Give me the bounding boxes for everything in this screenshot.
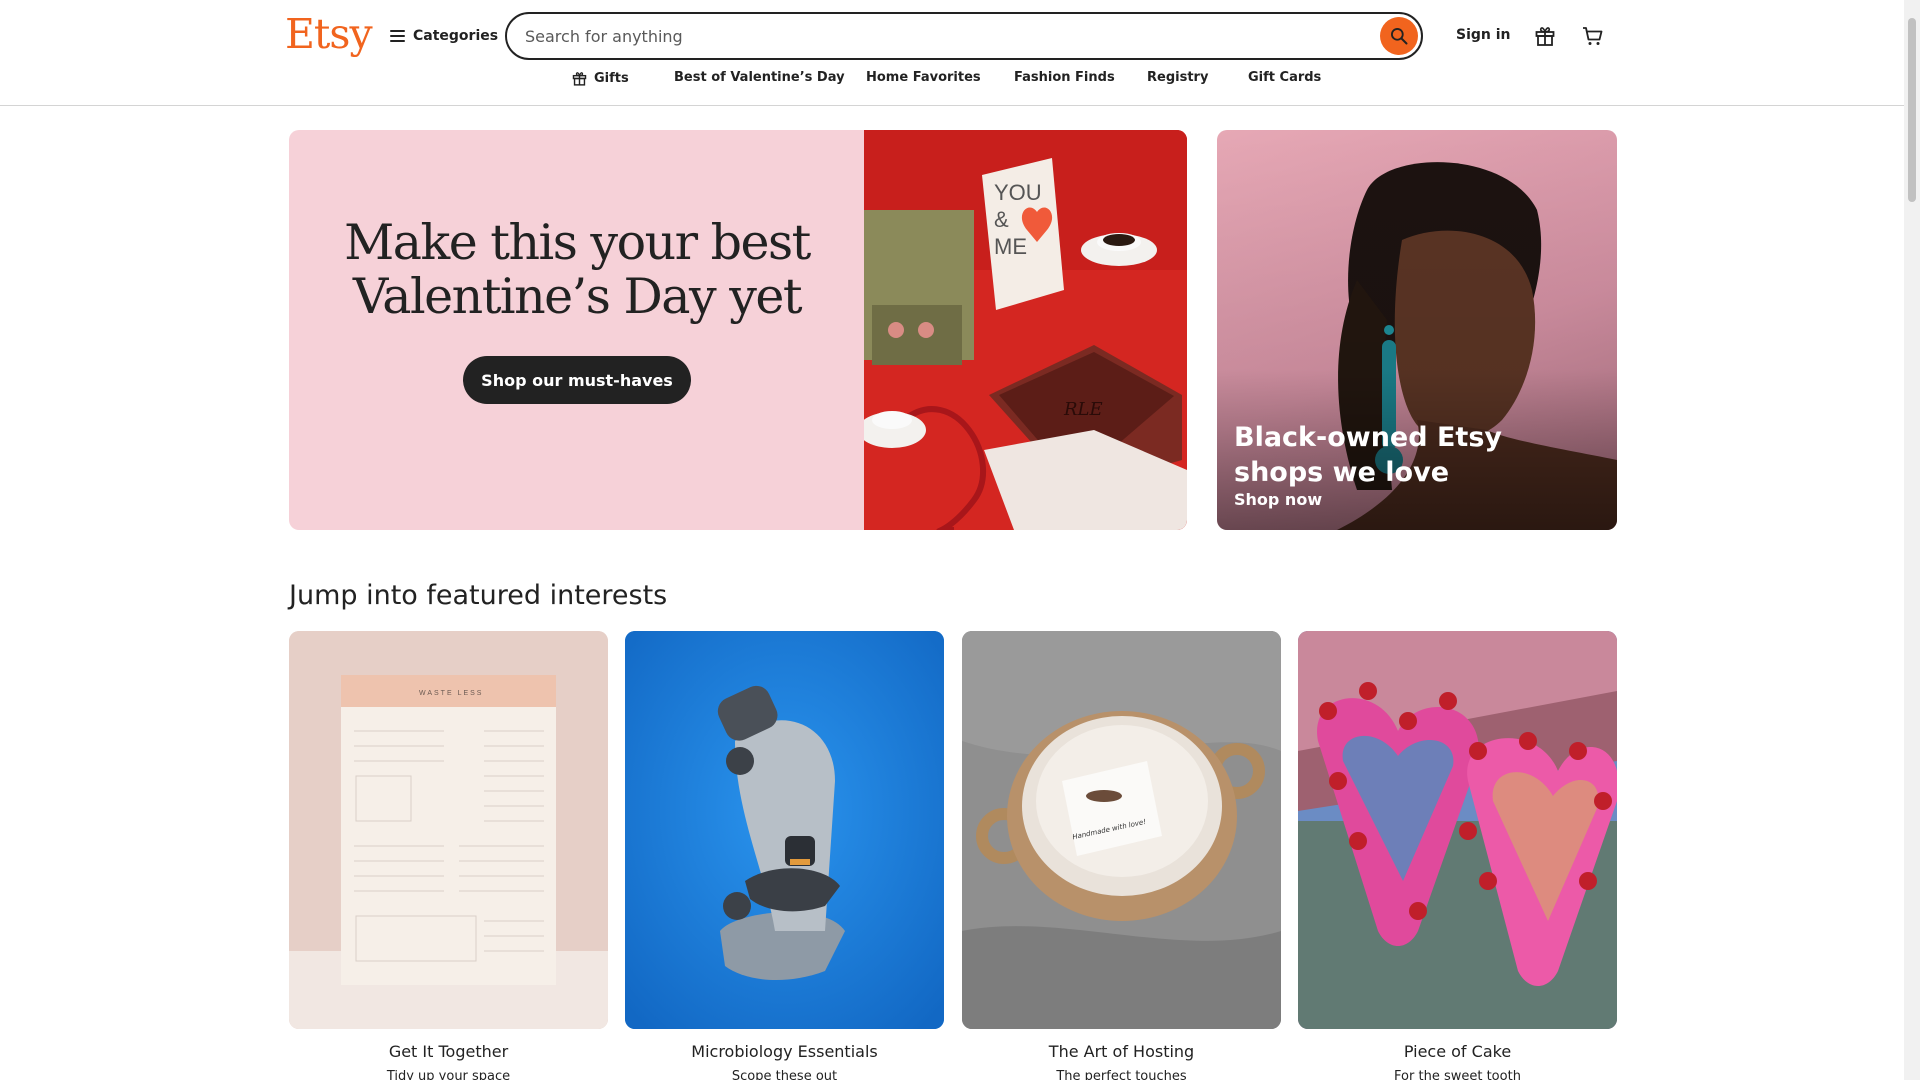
planner-title-text: WASTE LESS [419,690,483,697]
shop-now-link[interactable]: Shop now [1234,490,1322,509]
crochet-microscope-image [625,631,944,1029]
search-icon [1391,28,1408,45]
planner-image: WASTE LESS [289,631,608,1029]
card-title: The Art of Hosting [1048,1042,1195,1061]
cart-icon [1583,27,1603,45]
card-title: Piece of Cake [1403,1042,1512,1061]
card-text-you: YOU [994,180,1042,205]
menu-icon [390,30,405,42]
categories-label: Categories [413,28,499,44]
card-subtitle: For the sweet tooth [1394,1069,1521,1080]
nav-gift-cards[interactable]: Gift Cards [1248,70,1321,85]
search-bar [505,12,1423,60]
card-text-me: ME [994,234,1027,259]
interest-card-get-it-together[interactable]: WASTE LESS Get It Together Tidy up your … [289,631,608,1080]
gift-icon [572,72,587,86]
card-subtitle: Tidy up your space [386,1069,511,1080]
categories-button[interactable]: Categories [390,26,498,46]
sign-in-link[interactable]: Sign in [1456,27,1511,43]
hero-title: Make this your best Valentine’s Day yet [344,214,811,325]
card-text-and: & [994,207,1009,232]
nav-home-favorites[interactable]: Home Favorites [866,70,981,85]
page-scrollbar[interactable] [1904,0,1920,1080]
interest-card-microbiology[interactable]: Microbiology Essentials Scope these out [625,631,944,1080]
etsy-logo[interactable]: Etsy [285,10,373,58]
promo-title: Black-owned Etsy shops we love [1234,422,1502,488]
card-title: Microbiology Essentials [691,1042,878,1061]
scrollbar-thumb[interactable] [1908,18,1916,202]
nav-registry[interactable]: Registry [1147,70,1208,85]
site-header: Etsy Categories Sign in [0,0,1904,106]
tray-engraving: RLE [1063,399,1103,420]
gift-button[interactable] [1529,20,1561,52]
featured-interests-heading: Jump into featured interests [289,580,668,611]
heart-cakes-image [1298,631,1617,1029]
nav-fashion-finds[interactable]: Fashion Finds [1014,70,1115,85]
valentines-hero-banner[interactable]: Make this your best Valentine’s Day yet … [289,130,1187,530]
nav-gifts[interactable]: Gifts [571,70,629,87]
black-owned-shops-promo[interactable]: Black-owned Etsy shops we love Shop now [1217,130,1617,530]
valentines-gifts-image: YOU & ME RLE [864,130,1187,530]
search-input[interactable] [525,26,1345,46]
interest-card-art-of-hosting[interactable]: Handmade with love! The Art of Hosting T… [962,631,1281,1080]
ceramic-bowl-image: Handmade with love! [962,631,1281,1029]
card-subtitle: The perfect touches [1056,1069,1187,1080]
nav-gifts-label: Gifts [594,71,629,86]
category-nav: Gifts Best of Valentine’s Day Home Favor… [0,70,1904,94]
search-button[interactable] [1380,17,1418,55]
cart-button[interactable] [1577,20,1609,52]
card-title: Get It Together [388,1042,509,1061]
nav-valentines[interactable]: Best of Valentine’s Day [674,70,845,85]
shop-must-haves-button[interactable]: Shop our must-haves [463,356,691,404]
interest-card-piece-of-cake[interactable]: Piece of Cake For the sweet tooth [1298,631,1617,1080]
gift-icon [1535,27,1555,46]
hero-text-block: Make this your best Valentine’s Day yet … [289,130,865,530]
card-subtitle: Scope these out [731,1069,838,1080]
